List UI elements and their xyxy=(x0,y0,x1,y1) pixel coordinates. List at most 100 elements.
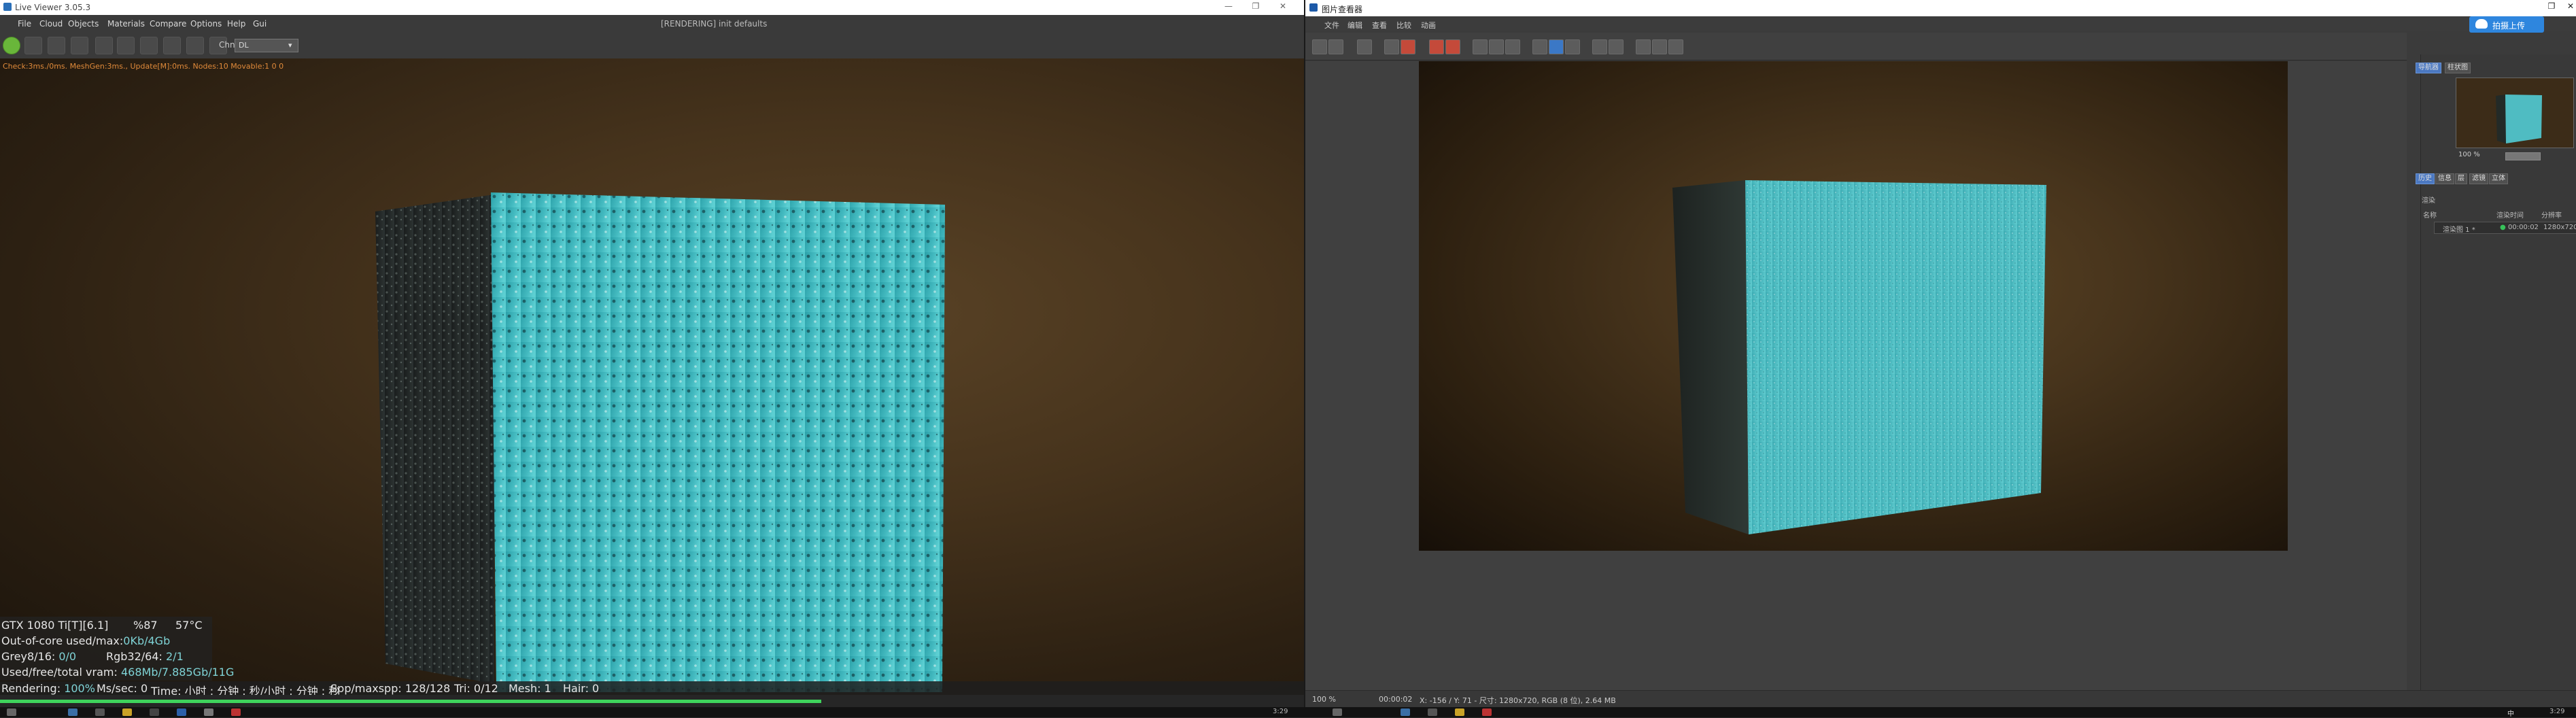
taskbar-clock: 3:29 xyxy=(1273,708,1288,715)
menu-objects[interactable]: Objects xyxy=(68,19,99,29)
sphere-icon[interactable] xyxy=(140,37,158,54)
delete-icon[interactable] xyxy=(1505,39,1520,54)
taskbar-app-icon[interactable] xyxy=(1428,708,1437,716)
restore-icon[interactable]: ❐ xyxy=(2541,1,2562,14)
status-zoom[interactable]: 100 % xyxy=(1312,695,1336,704)
app-logo-icon xyxy=(3,3,12,11)
maximize-icon[interactable]: ❐ xyxy=(1246,1,1266,14)
render-icon[interactable] xyxy=(1384,39,1399,54)
render-status-text: [RENDERING] init defaults xyxy=(661,19,768,29)
region-icon[interactable] xyxy=(163,37,181,54)
app-logo-icon xyxy=(1309,3,1318,12)
navigator-zoom-slider[interactable] xyxy=(2505,152,2541,160)
toolbar xyxy=(0,31,1304,59)
status-time: 00:00:02 xyxy=(1379,695,1413,704)
pause-icon[interactable] xyxy=(48,37,65,54)
menu-options[interactable]: Options xyxy=(190,19,222,29)
channel-icon[interactable] xyxy=(1636,39,1651,54)
tab-navigator[interactable]: 导航器 xyxy=(2416,63,2441,73)
picture-viewer-titlebar[interactable]: 图片查看器 ❐ ✕ xyxy=(1305,0,2576,16)
tab-filter[interactable]: 滤镜 xyxy=(2469,173,2488,184)
navigator-zoom-value[interactable]: 100 % xyxy=(2458,151,2492,160)
close-icon[interactable]: ✕ xyxy=(1273,1,1293,14)
chevron-down-icon: ▾ xyxy=(288,41,292,50)
cube-front-face xyxy=(491,192,945,692)
vram-value: 468Mb/7.885Gb/11G xyxy=(120,666,235,679)
ime-indicator[interactable]: 中 xyxy=(2507,708,2514,718)
live-viewer-titlebar[interactable]: Live Viewer 3.05.3 — ❐ ✕ xyxy=(0,0,1304,15)
copy-icon[interactable] xyxy=(1473,39,1488,54)
menu-gui[interactable]: Gui xyxy=(253,19,267,29)
lock-icon[interactable] xyxy=(117,37,135,54)
menu-file[interactable]: File xyxy=(18,19,31,29)
taskbar-app-icon[interactable] xyxy=(177,708,186,716)
col-render-time: 渲染时间 xyxy=(2496,212,2524,220)
row-resolution: 1280x720 xyxy=(2543,224,2576,231)
menu-help[interactable]: Help xyxy=(227,19,245,29)
upload-button[interactable]: 拍摄上传 xyxy=(2469,16,2544,33)
col-resolution: 分辨率 xyxy=(2541,212,2562,220)
grid-icon[interactable] xyxy=(1357,39,1372,54)
stop-icon[interactable] xyxy=(71,37,88,54)
close-icon[interactable]: ✕ xyxy=(2560,1,2576,14)
menu-materials[interactable]: Materials xyxy=(107,19,145,29)
pick-focus-icon[interactable] xyxy=(186,37,204,54)
gpu-load: %87 xyxy=(133,619,158,632)
menu-file[interactable]: 文件 xyxy=(1324,20,1339,31)
clear-icon[interactable] xyxy=(1445,39,1460,54)
taskbar: 3:29 中 3:29 xyxy=(0,707,2576,718)
grey-stat: Grey8/16: 0/0 xyxy=(1,650,77,663)
taskbar-app-icon[interactable] xyxy=(204,708,213,716)
navigator-thumbnail[interactable] xyxy=(2456,78,2574,148)
taskbar-app-icon[interactable] xyxy=(1401,708,1410,716)
right-panel xyxy=(2420,54,2576,690)
menu-compare[interactable]: 比较 xyxy=(1396,20,1411,31)
save-icon[interactable] xyxy=(1328,39,1343,54)
menu-animation[interactable]: 动画 xyxy=(1421,20,1436,31)
gear-icon[interactable] xyxy=(3,37,20,54)
taskbar-app-icon[interactable] xyxy=(231,708,241,716)
grey-value: 0/0 xyxy=(58,650,77,663)
menu-cloud[interactable]: Cloud xyxy=(39,19,63,29)
tab-history[interactable]: 历史 xyxy=(2416,173,2435,184)
tab-layer[interactable]: 层 xyxy=(2455,173,2467,184)
progress-fill xyxy=(0,700,822,703)
start-icon[interactable] xyxy=(1333,708,1342,716)
out-of-core-value: 0Kb/4Gb xyxy=(123,634,171,647)
taskbar-app-icon[interactable] xyxy=(122,708,132,716)
hair-stat: Hair: 0 xyxy=(563,682,600,695)
history-row[interactable]: 渲染图 1 * ● 00:00:02 1280x720 xyxy=(2434,222,2576,234)
taskbar-app-icon[interactable] xyxy=(68,708,78,716)
taskbar-app-icon[interactable] xyxy=(1482,708,1492,716)
compare-ab-icon[interactable] xyxy=(1532,39,1547,54)
taskbar-app-icon[interactable] xyxy=(150,708,159,716)
stereo-icon[interactable] xyxy=(1668,39,1683,54)
diff-icon[interactable] xyxy=(1565,39,1580,54)
render-status-bar: Rendering: 100% Ms/sec: 0 Time: 小时 : 分钟 … xyxy=(0,681,1304,698)
tab-histogram[interactable]: 柱状图 xyxy=(2445,63,2471,73)
taskbar-app-icon[interactable] xyxy=(1455,708,1464,716)
split-view-icon[interactable] xyxy=(1549,39,1564,54)
menu-view[interactable]: 查看 xyxy=(1372,20,1387,31)
menu-compare[interactable]: Compare xyxy=(150,19,186,29)
render-region-icon[interactable] xyxy=(1401,39,1415,54)
settings-icon[interactable] xyxy=(95,37,113,54)
taskbar-app-icon[interactable] xyxy=(95,708,105,716)
refresh-icon[interactable] xyxy=(24,37,42,54)
color-a-icon[interactable] xyxy=(1592,39,1607,54)
minimize-icon[interactable]: — xyxy=(1218,1,1239,14)
start-icon[interactable] xyxy=(7,708,16,716)
color-b-icon[interactable] xyxy=(1609,39,1624,54)
layout-icon[interactable] xyxy=(1652,39,1667,54)
menu-edit[interactable]: 编辑 xyxy=(1347,20,1362,31)
stop-render-icon[interactable] xyxy=(1429,39,1444,54)
open-icon[interactable] xyxy=(1312,39,1327,54)
tab-stereo[interactable]: 立体 xyxy=(2489,173,2508,184)
camera-select[interactable]: DL ▾ xyxy=(235,39,298,52)
col-name: 名称 xyxy=(2423,212,2437,220)
thumbnail-image xyxy=(2456,78,2573,148)
paste-icon[interactable] xyxy=(1489,39,1504,54)
menu-bar: 文件 编辑 查看 比较 动画 xyxy=(1305,16,2576,31)
cloud-icon xyxy=(2475,19,2488,29)
tab-info[interactable]: 信息 xyxy=(2435,173,2454,184)
